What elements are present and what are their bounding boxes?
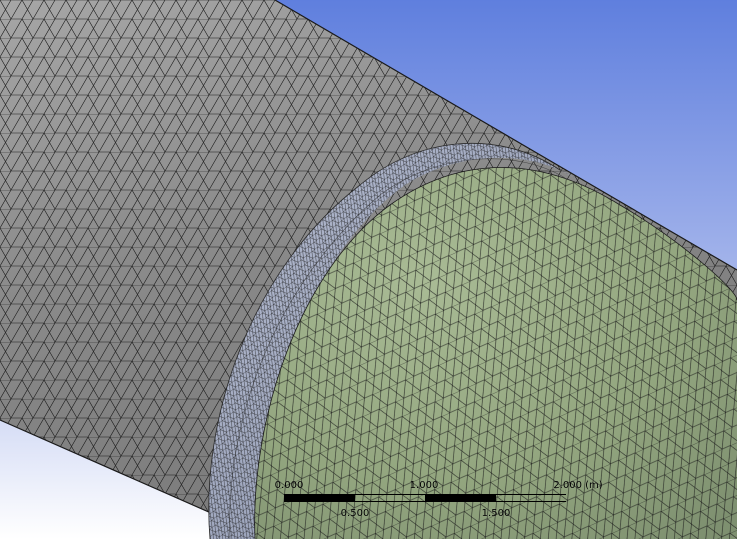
graphics-viewport[interactable]: 0.000 1.000 2.000 (m) 0.500 1.500 (0, 0, 737, 539)
mesh-view[interactable] (0, 0, 737, 539)
